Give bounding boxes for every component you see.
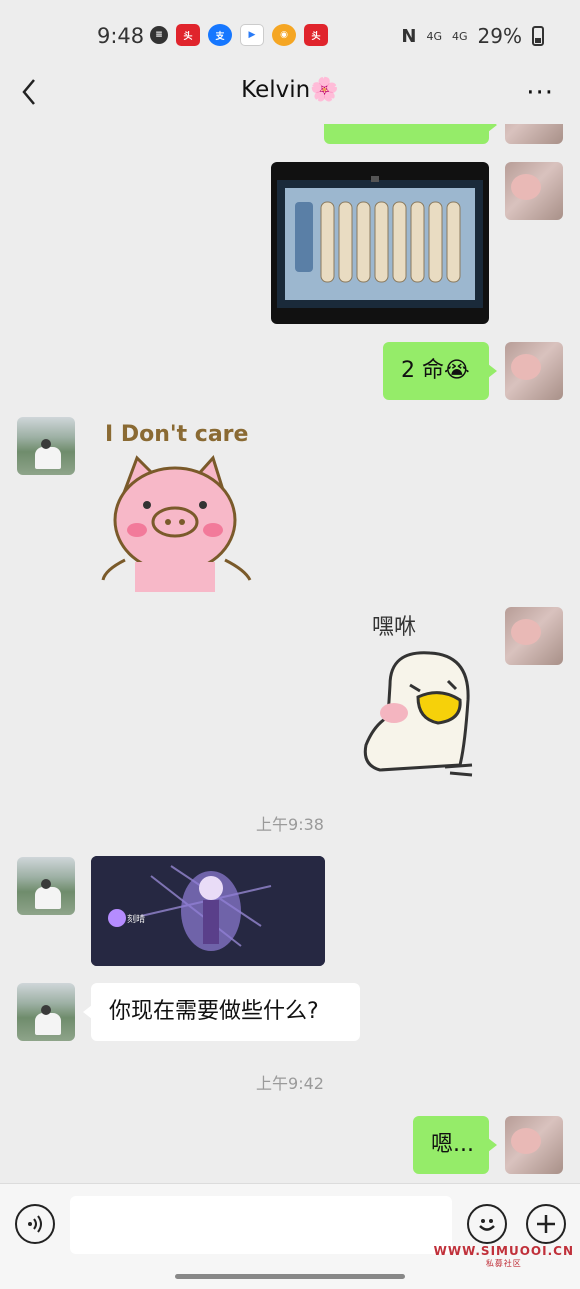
battery-percent: 29% [477, 24, 522, 48]
self-avatar[interactable] [505, 342, 563, 400]
self-avatar[interactable] [505, 607, 563, 665]
message-bubble[interactable]: 嗯... [413, 1116, 497, 1174]
watermark: WWW.SIMUOOI.CN 私募社区 [434, 1244, 574, 1269]
sticker-caption: 嘿咻 [372, 615, 417, 640]
character-name-label: 刻晴 [127, 915, 146, 925]
sticker-caption: I Don't care [105, 422, 249, 447]
signal-icon: 4G [452, 29, 468, 43]
emoji-button[interactable] [467, 1204, 507, 1244]
home-indicator[interactable] [175, 1274, 405, 1279]
chat-title: Kelvin🌸 [0, 76, 580, 103]
chat-header: Kelvin🌸 ··· [0, 62, 580, 124]
contact-avatar[interactable] [17, 857, 75, 915]
watermark-sub: 私募社区 [485, 1259, 522, 1268]
photo-message[interactable] [271, 162, 489, 324]
photo-message[interactable]: 刻晴 [91, 856, 325, 966]
message-text: 2 命 [401, 358, 444, 383]
contact-avatar[interactable] [17, 417, 75, 475]
plus-button[interactable] [526, 1204, 566, 1244]
battery-icon [532, 26, 544, 46]
youku-icon: ▶ [240, 24, 264, 46]
message-icon: ≡ [150, 26, 168, 44]
contact-name: Kelvin [241, 77, 311, 103]
self-avatar[interactable] [505, 1116, 563, 1174]
self-avatar[interactable] [505, 162, 563, 220]
watermark-site: WWW.SIMUOOI.CN [433, 1244, 574, 1258]
pig-sticker[interactable]: I Don't care [95, 420, 265, 595]
toutiao-icon: 头 [176, 24, 200, 46]
game-character-image [91, 856, 325, 966]
voice-button[interactable] [15, 1204, 55, 1244]
timestamp: 上午9:42 [256, 1074, 324, 1093]
message-input[interactable] [70, 1196, 452, 1254]
pig-icon [101, 455, 252, 592]
status-time: 9:48 [97, 24, 145, 48]
toutiao-icon: 头 [304, 24, 328, 46]
timestamp: 上午9:38 [256, 815, 324, 834]
signal-icon: 4G [426, 29, 443, 43]
weibo-icon: ◉ [272, 24, 296, 46]
message-bubble[interactable]: 2 命😭 [383, 342, 497, 400]
smiley-icon [479, 1219, 495, 1231]
game-screenshot-image [277, 176, 483, 308]
crying-laughing-emoji: 😭 [444, 358, 470, 383]
status-right: N 4G 4G 29% [401, 24, 544, 48]
plus-icon [537, 1215, 555, 1233]
duck-sticker[interactable]: 嘿咻 [360, 605, 485, 780]
more-options-button[interactable]: ··· [526, 78, 554, 108]
nfc-icon: N [401, 25, 417, 47]
voice-icon [28, 1215, 42, 1233]
flower-emoji: 🌸 [310, 77, 339, 103]
alipay-icon: 支 [208, 24, 232, 46]
contact-avatar[interactable] [17, 983, 75, 1041]
notification-icons: ≡ 头 支 ▶ ◉ 头 [150, 24, 328, 46]
duck-icon [363, 651, 473, 777]
message-bubble[interactable]: 你现在需要做些什么? [83, 983, 360, 1041]
